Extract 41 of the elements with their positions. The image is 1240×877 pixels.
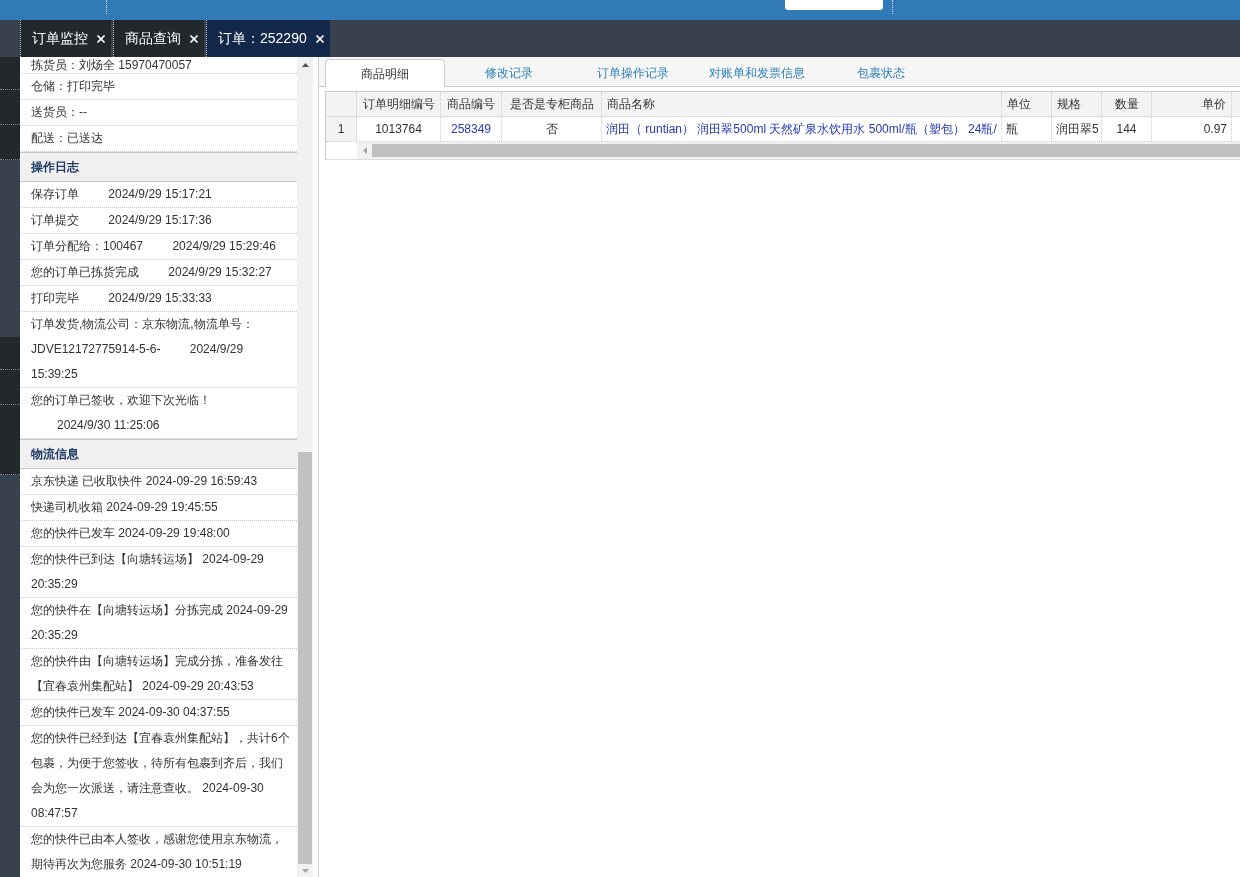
scroll-thumb[interactable] — [298, 452, 312, 864]
detail-tab[interactable]: 订单操作记录 — [573, 59, 693, 86]
page-tab[interactable]: 订单监控 — [20, 20, 111, 57]
column-header[interactable]: 是否是专柜商品 — [502, 92, 602, 116]
table-cell: 润田翠5 — [1052, 117, 1102, 141]
header-button[interactable] — [785, 0, 883, 10]
row-number: 1 — [326, 117, 357, 141]
page-tab[interactable]: 商品查询 — [113, 20, 204, 57]
tracking-entry: 您的快件已由本人签收，感谢您使用京东物流，期待再次为您服务 2024-09-30 10:51:19 — [30, 831, 284, 873]
detail-tab[interactable]: 包裹状态 — [821, 59, 941, 86]
column-header[interactable]: 数量 — [1102, 92, 1152, 116]
section-header: 操作日志 — [20, 152, 297, 182]
detail-tab[interactable]: 对账单和发票信息 — [697, 59, 817, 86]
detail-tab[interactable]: 商品明细 — [325, 59, 445, 87]
table-cell: 0.97 — [1152, 117, 1232, 141]
column-header[interactable]: 订单明细编号 — [357, 92, 441, 116]
scroll-up-icon[interactable] — [301, 63, 309, 67]
nav-item[interactable] — [0, 160, 20, 337]
column-header[interactable]: 规格 — [1052, 92, 1102, 116]
column-header[interactable]: 单位 — [1002, 92, 1052, 116]
table-link-cell[interactable]: 润田（ runtian） 润田翠500ml 天然矿泉水饮用水 500ml/瓶（塑包） 24瓶/ — [602, 117, 1002, 141]
close-icon[interactable] — [313, 32, 326, 45]
vertical-scrollbar[interactable] — [297, 57, 313, 877]
column-header[interactable]: 单价 — [1152, 92, 1232, 116]
scroll-down-icon[interactable] — [301, 868, 309, 873]
column-header[interactable]: 商品编号 — [441, 92, 502, 116]
horizontal-scrollbar[interactable] — [357, 142, 1240, 159]
scroll-thumb[interactable] — [372, 144, 1240, 157]
close-icon[interactable] — [95, 32, 107, 45]
scroll-left-icon[interactable] — [362, 147, 367, 154]
section-header: 物流信息 — [20, 439, 297, 469]
nav-item[interactable] — [0, 475, 20, 877]
page-tab[interactable]: 订单：252290 — [206, 20, 330, 57]
table-cell: 瓶 — [1002, 117, 1052, 141]
column-header[interactable]: 商品名称 — [602, 92, 1002, 116]
table-cell: 否 — [502, 117, 602, 141]
close-icon[interactable] — [188, 32, 200, 45]
table-cell: 144 — [1102, 117, 1152, 141]
table-link-cell[interactable]: 258349 — [441, 117, 502, 141]
table-cell: 1013764 — [357, 117, 441, 141]
detail-tab[interactable]: 修改记录 — [449, 59, 569, 86]
